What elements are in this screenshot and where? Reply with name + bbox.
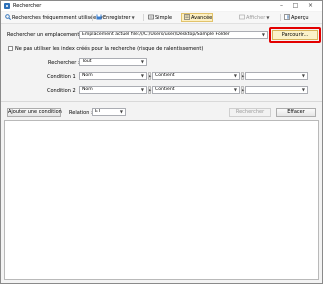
add-condition-button[interactable]: Ajouter une condition	[7, 108, 62, 117]
advanced-button[interactable]: Avancée	[184, 14, 212, 21]
condition-operator-value: Contient	[155, 87, 175, 92]
chevron-down-icon: ▼	[140, 59, 144, 64]
location-combo[interactable]: Emplacement actuel file:///C:/Users/user…	[79, 31, 268, 39]
condition-label: Condition 2	[47, 88, 76, 94]
advanced-label: Avancée	[191, 15, 213, 21]
save-button[interactable]: Enregistrer▼	[96, 14, 135, 21]
simple-search-icon	[148, 14, 154, 20]
preview-icon	[284, 14, 290, 20]
relation-select[interactable]: ET ▼	[92, 108, 126, 116]
preview-button[interactable]: Aperçu	[284, 14, 309, 21]
condition-operator-select[interactable]: Contient ▼	[152, 72, 240, 80]
condition-field-value: Nom	[82, 73, 93, 78]
chevron-down-icon: ▼	[261, 32, 265, 37]
condition-operator-value: Contient	[155, 73, 175, 78]
condition-field-select[interactable]: Nom ▼	[79, 86, 147, 94]
save-label: Enregistrer	[103, 15, 131, 21]
clear-button[interactable]: Effacer	[276, 108, 316, 117]
chevron-down-icon: ▼	[301, 87, 305, 92]
minimize-button[interactable]: –	[276, 2, 287, 10]
relation-value: ET	[95, 109, 101, 114]
location-label: Rechercher un emplacement :	[7, 32, 83, 38]
recent-searches-label: Recherches fréquemment utilisées	[12, 15, 99, 21]
search-in-select[interactable]: Tout ▼	[79, 58, 147, 66]
chevron-down-icon: ▼	[266, 15, 270, 20]
chevron-down-icon: ▼	[233, 73, 237, 78]
results-pane[interactable]	[4, 120, 319, 280]
browse-button[interactable]: Parcourir...	[272, 30, 318, 40]
chevron-down-icon: ▼	[140, 87, 144, 92]
toolbar-separator	[92, 14, 93, 21]
toolbar: Recherches fréquemment utilisées▼ Enregi…	[1, 12, 322, 24]
search-in-label: Rechercher :	[48, 60, 80, 66]
condition-label: Condition 1	[47, 74, 76, 80]
preview-label: Aperçu	[291, 15, 309, 21]
toolbar-separator	[280, 14, 281, 21]
condition-field-value: Nom	[82, 87, 93, 92]
app-icon	[4, 3, 10, 9]
location-value: Emplacement actuel file:///C:/Users/user…	[82, 32, 230, 37]
save-icon	[96, 14, 102, 20]
chevron-right-icon: ▶	[241, 72, 245, 80]
condition-field-select[interactable]: Nom ▼	[79, 72, 147, 80]
search-icon	[5, 14, 11, 20]
chevron-right-icon: ▶	[148, 72, 152, 80]
relation-label: Relation :	[69, 110, 93, 116]
chevron-right-icon: ▶	[241, 86, 245, 94]
recent-searches-button[interactable]: Recherches fréquemment utilisées▼	[5, 14, 103, 21]
advanced-search-icon	[184, 14, 190, 20]
simple-button[interactable]: Simple	[148, 14, 172, 21]
condition-operator-select[interactable]: Contient ▼	[152, 86, 240, 94]
condition-value-select[interactable]: ▼	[245, 86, 308, 94]
condition-value-select[interactable]: ▼	[245, 72, 308, 80]
search-window: Rechercher – □ × Recherches fréquemment …	[0, 0, 323, 284]
search-button[interactable]: Rechercher	[229, 108, 271, 117]
maximize-button[interactable]: □	[290, 2, 301, 10]
chevron-down-icon: ▼	[233, 87, 237, 92]
toolbar-separator	[143, 14, 144, 21]
chevron-down-icon: ▼	[140, 73, 144, 78]
search-in-value: Tout	[82, 59, 92, 64]
no-index-label: Ne pas utiliser les index créés pour la …	[15, 46, 204, 52]
chevron-down-icon: ▼	[131, 15, 135, 20]
close-button[interactable]: ×	[305, 2, 316, 10]
section-divider	[1, 101, 322, 102]
no-index-checkbox[interactable]	[8, 46, 13, 51]
title-bar: Rechercher – □ ×	[1, 1, 322, 11]
window-title: Rechercher	[13, 3, 42, 9]
display-label: Afficher	[246, 15, 266, 21]
simple-label: Simple	[155, 15, 173, 21]
display-button[interactable]: Afficher▼	[239, 14, 269, 21]
chevron-down-icon: ▼	[119, 109, 123, 114]
display-icon	[239, 14, 245, 20]
chevron-right-icon: ▶	[148, 86, 152, 94]
chevron-down-icon: ▼	[301, 73, 305, 78]
